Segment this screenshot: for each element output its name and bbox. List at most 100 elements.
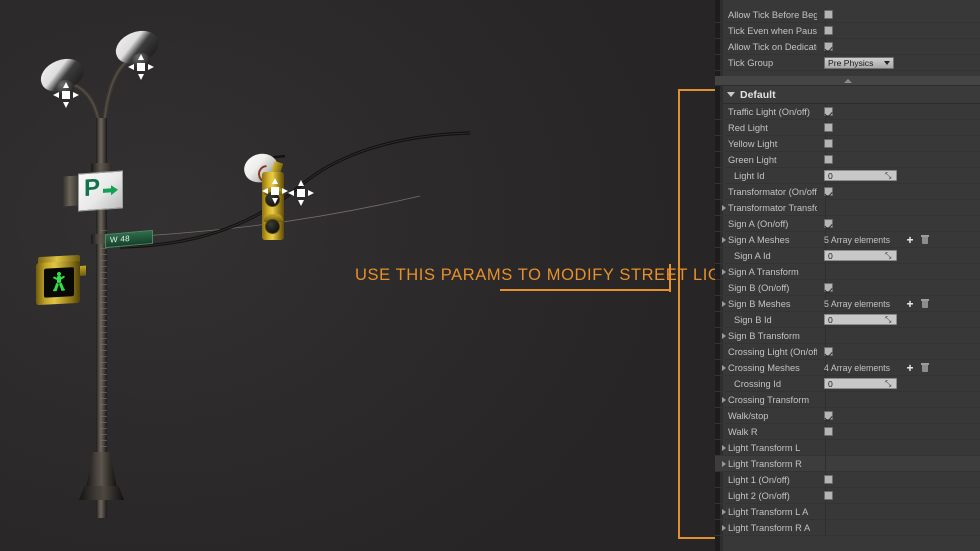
property-row-crossing-meshes[interactable]: Crossing Meshes 4 Array elements + <box>715 360 980 376</box>
checkbox-allow-tick-before-begin-pl[interactable] <box>824 10 833 19</box>
property-row-crossing-transform[interactable]: Crossing Transform <box>715 392 980 408</box>
number-input-light-id[interactable]: 0 ⤡ <box>824 170 897 181</box>
checkbox-tick-even-when-paused[interactable] <box>824 26 833 35</box>
checkbox-walk-stop[interactable] <box>824 411 833 420</box>
number-input-sign-b-id[interactable]: 0 ⤡ <box>824 314 897 325</box>
property-row-light-id[interactable]: Light Id 0 ⤡ <box>715 168 980 184</box>
checkbox-light-2-on-off[interactable] <box>824 491 833 500</box>
property-row-transformator-on-off[interactable]: Transformator (On/off) <box>715 184 980 200</box>
expand-triangle-icon[interactable] <box>722 269 726 275</box>
panel-top-spacer <box>715 0 980 7</box>
checkbox-light-1-on-off[interactable] <box>824 475 833 484</box>
number-input-crossing-id[interactable]: 0 ⤡ <box>824 378 897 389</box>
property-row-sign-a-id[interactable]: Sign A Id 0 ⤡ <box>715 248 980 264</box>
details-panel[interactable]: Allow Tick Before Begin Pl Tick Even when… <box>715 0 980 551</box>
property-row-tick-even-when-paused[interactable]: Tick Even when Paused <box>715 23 980 39</box>
checkbox-crossing-light-on-off[interactable] <box>824 347 833 356</box>
property-value <box>817 107 980 116</box>
property-row-light-transform-l[interactable]: Light Transform L <box>715 440 980 456</box>
drag-handle-icon[interactable]: ⤡ <box>885 380 893 388</box>
property-row-crossing-id[interactable]: Crossing Id 0 ⤡ <box>715 376 980 392</box>
chevron-down-icon[interactable] <box>884 60 890 65</box>
expand-triangle-icon[interactable] <box>722 461 726 467</box>
property-row-tick-group[interactable]: Tick Group Pre Physics <box>715 55 980 71</box>
property-label: Transformator (On/off) <box>728 186 817 197</box>
move-gizmo-traffic-light-secondary[interactable] <box>288 180 314 206</box>
expand-triangle-icon[interactable] <box>722 525 726 531</box>
checkbox-walk-r[interactable] <box>824 427 833 436</box>
caret-down-icon[interactable] <box>727 92 735 97</box>
property-row-yellow-light[interactable]: Yellow Light <box>715 136 980 152</box>
expand-triangle-icon[interactable] <box>722 445 726 451</box>
section-collapse-bar[interactable] <box>715 76 980 86</box>
pole-foot <box>79 486 124 500</box>
property-row-sign-a-on-off[interactable]: Sign A (On/off) <box>715 216 980 232</box>
property-label: Crossing Meshes <box>728 362 800 373</box>
delete-array-icon[interactable] <box>921 363 929 372</box>
property-row-traffic-light-on-off[interactable]: Traffic Light (On/off) <box>715 104 980 120</box>
checkbox-transformator-on-off[interactable] <box>824 187 833 196</box>
property-row-crossing-light-on-off[interactable]: Crossing Light (On/off) <box>715 344 980 360</box>
property-row-light-transform-r-a[interactable]: Light Transform R A <box>715 520 980 536</box>
move-gizmo-left-lamp[interactable] <box>53 82 79 108</box>
property-row-walk-r[interactable]: Walk R <box>715 424 980 440</box>
property-label: Sign A Meshes <box>728 234 790 245</box>
number-input-sign-a-id[interactable]: 0 ⤡ <box>824 250 897 261</box>
expand-triangle-icon[interactable] <box>722 333 726 339</box>
checkbox-green-light[interactable] <box>824 155 833 164</box>
annotation-text: USE THIS PARAMS TO MODIFY STREET LIGHT <box>355 266 715 284</box>
section-title: Default <box>740 88 776 101</box>
drag-handle-icon[interactable]: ⤡ <box>885 172 893 180</box>
expand-triangle-icon[interactable] <box>722 237 726 243</box>
property-row-light-2-on-off[interactable]: Light 2 (On/off) <box>715 488 980 504</box>
add-array-element-icon[interactable]: + <box>904 298 916 310</box>
section-header-default[interactable]: Default <box>715 86 980 104</box>
property-value <box>817 475 980 484</box>
checkbox-traffic-light-on-off[interactable] <box>824 107 833 116</box>
checkbox-sign-a-on-off[interactable] <box>824 219 833 228</box>
delete-array-icon[interactable] <box>921 235 929 244</box>
row-separator <box>825 264 826 279</box>
row-separator <box>825 200 826 215</box>
expand-triangle-icon[interactable] <box>722 397 726 403</box>
delete-array-icon[interactable] <box>921 299 929 308</box>
property-row-sign-b-on-off[interactable]: Sign B (On/off) <box>715 280 980 296</box>
add-array-element-icon[interactable]: + <box>904 234 916 246</box>
property-row-sign-b-transform[interactable]: Sign B Transform <box>715 328 980 344</box>
property-row-allow-tick-on-dedicated-se[interactable]: Allow Tick on Dedicated Se <box>715 39 980 55</box>
expand-triangle-icon[interactable] <box>722 301 726 307</box>
drag-handle-icon[interactable]: ⤡ <box>885 316 893 324</box>
row-separator <box>825 520 826 535</box>
property-value: 0 ⤡ <box>817 314 980 325</box>
property-label: Sign A (On/off) <box>728 218 789 229</box>
property-row-allow-tick-before-begin-pl[interactable]: Allow Tick Before Begin Pl <box>715 7 980 23</box>
property-row-sign-a-meshes[interactable]: Sign A Meshes 5 Array elements + <box>715 232 980 248</box>
property-row-light-1-on-off[interactable]: Light 1 (On/off) <box>715 472 980 488</box>
expand-triangle-icon[interactable] <box>722 509 726 515</box>
checkbox-allow-tick-on-dedicated-se[interactable] <box>824 42 833 51</box>
property-value <box>817 42 980 51</box>
property-row-light-transform-l-a[interactable]: Light Transform L A <box>715 504 980 520</box>
move-gizmo-traffic-light[interactable] <box>262 178 288 204</box>
property-row-green-light[interactable]: Green Light <box>715 152 980 168</box>
property-row-light-transform-r[interactable]: Light Transform R <box>715 456 980 472</box>
property-row-sign-b-meshes[interactable]: Sign B Meshes 5 Array elements + <box>715 296 980 312</box>
drag-handle-icon[interactable]: ⤡ <box>885 252 893 260</box>
property-label: Light Transform L <box>728 442 801 453</box>
property-row-red-light[interactable]: Red Light <box>715 120 980 136</box>
property-row-walk-stop[interactable]: Walk/stop <box>715 408 980 424</box>
dropdown-tick-group[interactable]: Pre Physics <box>824 56 894 69</box>
add-array-element-icon[interactable]: + <box>904 362 916 374</box>
expand-triangle-icon[interactable] <box>722 365 726 371</box>
property-label: Light Transform R <box>728 458 802 469</box>
checkbox-sign-b-on-off[interactable] <box>824 283 833 292</box>
number-value: 0 <box>828 378 833 389</box>
checkbox-yellow-light[interactable] <box>824 139 833 148</box>
expand-triangle-icon[interactable] <box>722 205 726 211</box>
property-row-transformator-transform[interactable]: Transformator Transform <box>715 200 980 216</box>
checkbox-red-light[interactable] <box>824 123 833 132</box>
move-gizmo-right-lamp[interactable] <box>128 54 154 80</box>
property-row-sign-a-transform[interactable]: Sign A Transform <box>715 264 980 280</box>
3d-viewport[interactable]: P W 48 USE THIS PARAMS TO MODIFY STREET … <box>0 0 715 551</box>
property-row-sign-b-id[interactable]: Sign B Id 0 ⤡ <box>715 312 980 328</box>
